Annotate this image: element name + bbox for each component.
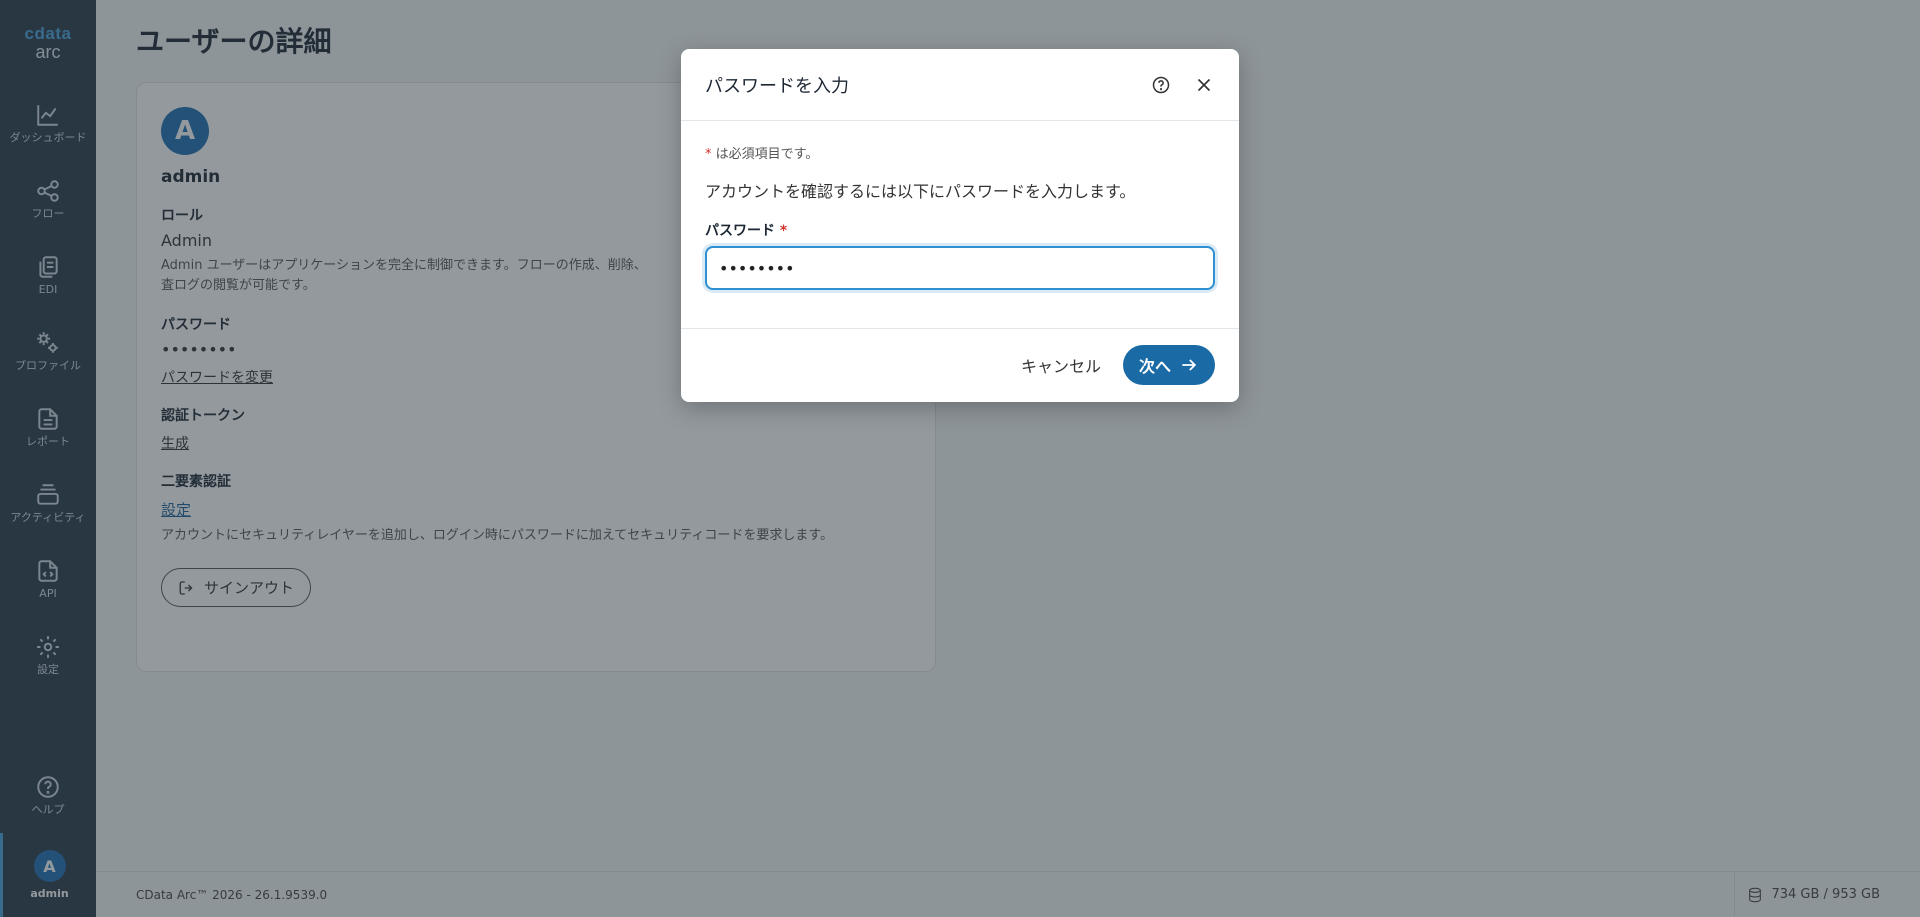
required-star: *: [779, 223, 788, 239]
password-field-label-text: パスワード: [705, 223, 775, 239]
modal-title: パスワードを入力: [705, 75, 849, 97]
password-input[interactable]: [705, 246, 1215, 290]
help-circle-icon[interactable]: [1151, 75, 1171, 95]
modal-description: アカウントを確認するには以下にパスワードを入力します。: [705, 182, 1136, 201]
close-icon[interactable]: [1193, 74, 1215, 96]
modal-footer: キャンセル 次へ: [681, 329, 1239, 401]
modal-header: パスワードを入力: [681, 49, 1239, 121]
cancel-button[interactable]: キャンセル: [1015, 345, 1107, 385]
password-field-label: パスワード *: [705, 220, 1215, 240]
modal-actions: [1151, 74, 1215, 96]
next-button-label: 次へ: [1138, 357, 1171, 376]
modal-body: * は必須項目です。 アカウントを確認するには以下にパスワードを入力します。 パ…: [681, 121, 1239, 329]
required-note: * は必須項目です。: [705, 143, 1215, 162]
next-button[interactable]: 次へ: [1122, 345, 1215, 385]
arrow-right-icon: [1182, 359, 1197, 371]
password-modal: パスワードを入力 * は必須項目です。 アカウントを確認するには以下にパスワード…: [681, 49, 1239, 402]
required-note-text: は必須項目です。: [711, 147, 819, 162]
